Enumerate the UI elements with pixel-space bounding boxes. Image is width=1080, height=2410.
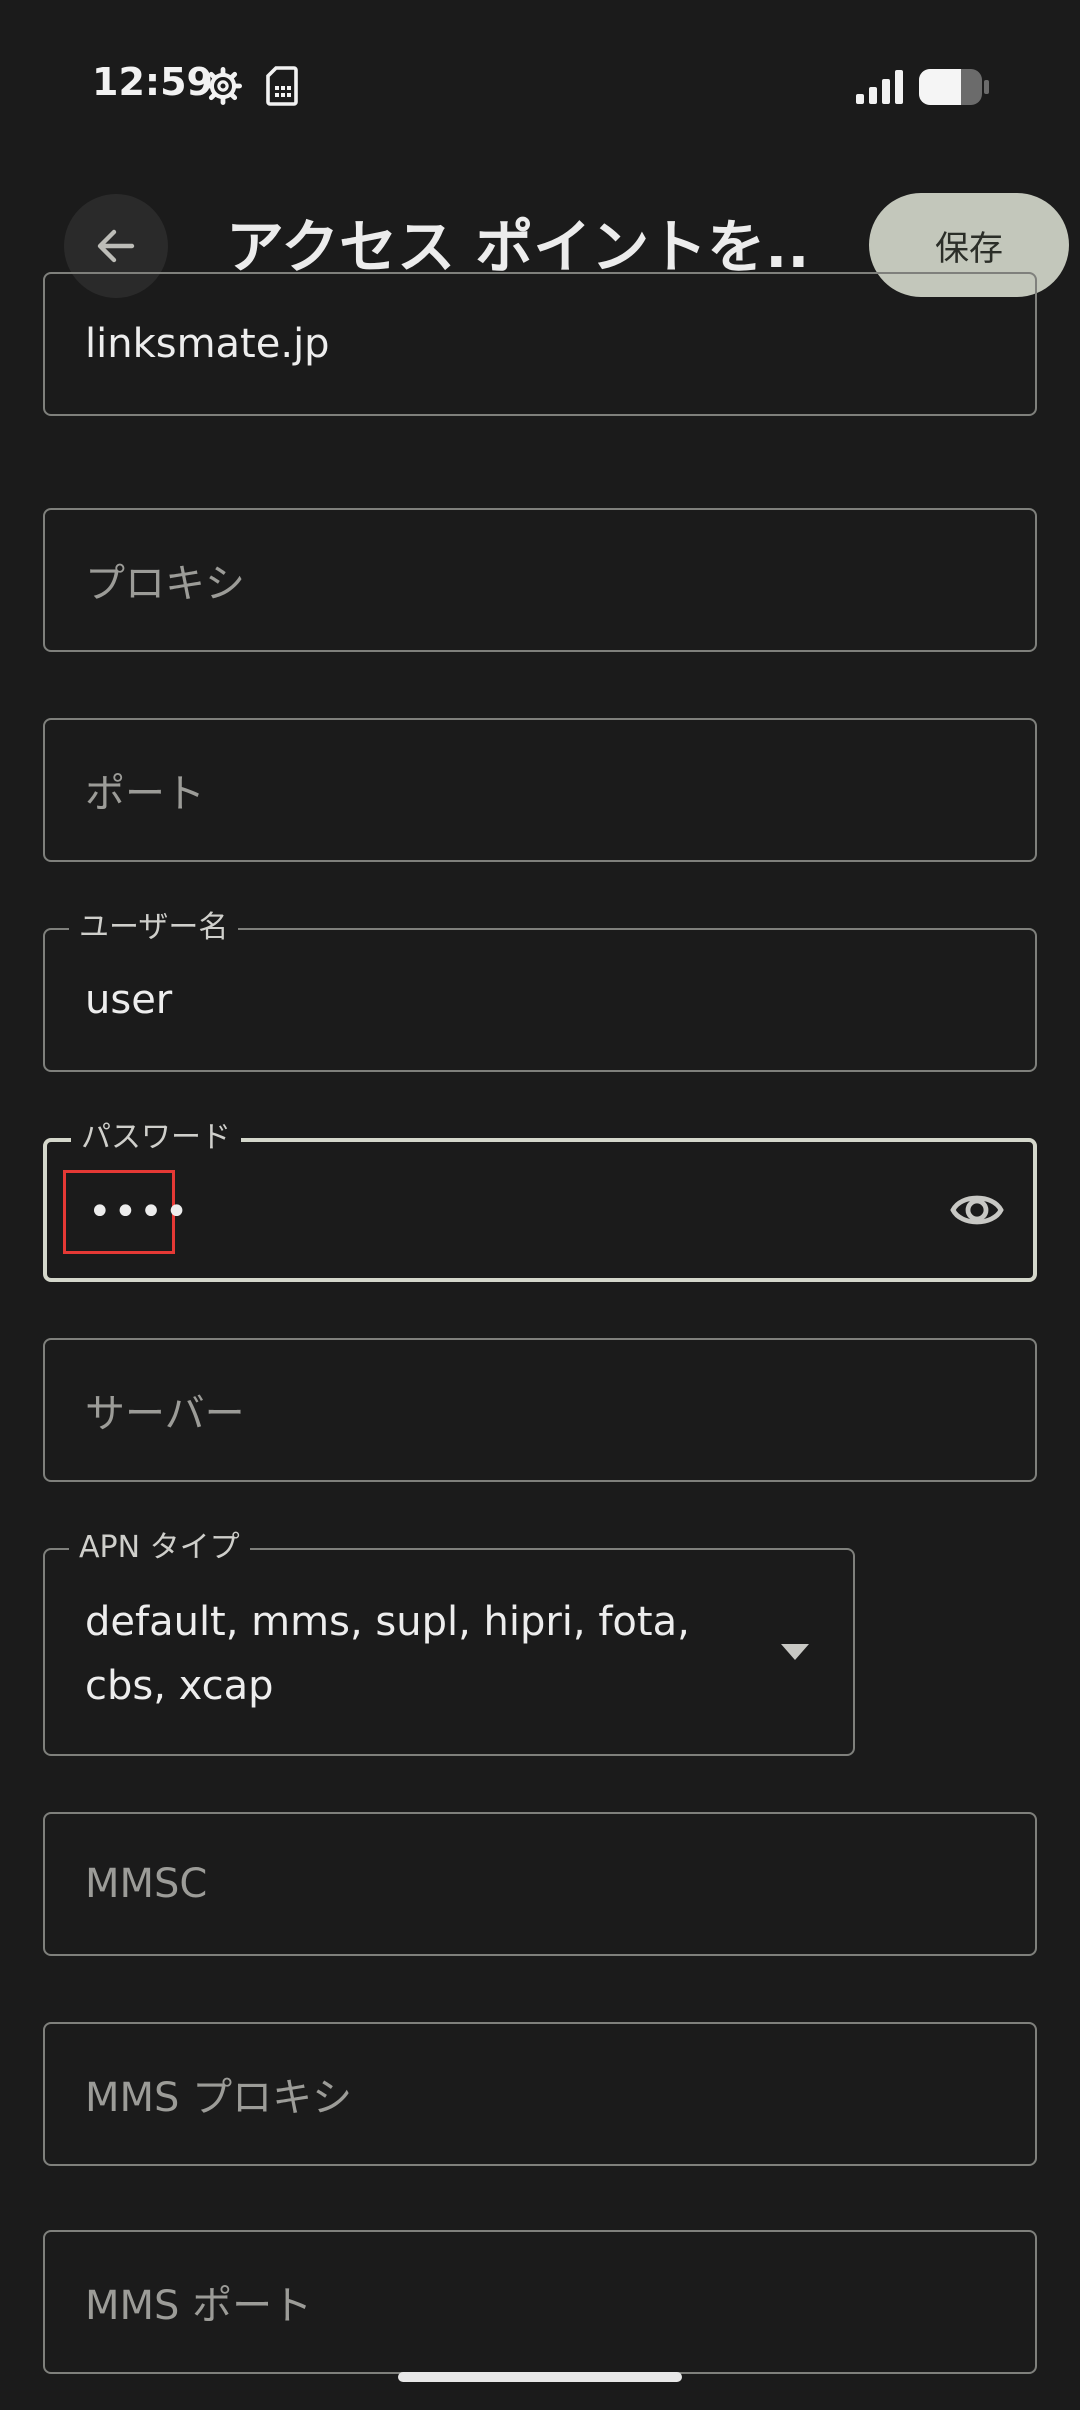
password-field[interactable]: パスワード ••••	[43, 1118, 1037, 1282]
server-placeholder: サーバー	[85, 1391, 245, 1437]
apn-type-label: APN タイプ	[69, 1528, 250, 1568]
mms-proxy-field[interactable]: MMS プロキシ	[43, 2022, 1037, 2166]
username-value: user	[85, 977, 173, 1023]
status-bar: 12:59	[0, 0, 1080, 175]
gear-icon	[204, 67, 242, 105]
port-placeholder: ポート	[85, 771, 205, 817]
server-field[interactable]: サーバー	[43, 1338, 1037, 1482]
mmsc-field[interactable]: MMSC	[43, 1812, 1037, 1956]
proxy-placeholder: プロキシ	[85, 561, 245, 607]
gesture-nav-handle[interactable]	[398, 2372, 682, 2382]
chevron-down-icon	[781, 1644, 809, 1660]
signal-icon	[856, 70, 903, 104]
password-label: パスワード	[71, 1118, 241, 1158]
apn-field[interactable]: linksmate.jp	[43, 272, 1037, 416]
password-value: ••••	[88, 1189, 191, 1235]
mms-proxy-placeholder: MMS プロキシ	[85, 2075, 353, 2121]
mmsc-placeholder: MMSC	[85, 1861, 208, 1907]
sim-card-icon	[266, 66, 298, 106]
apn-value: linksmate.jp	[85, 321, 330, 367]
apn-type-dropdown[interactable]: APN タイプ default, mms, supl, hipri, fota,…	[43, 1528, 855, 1756]
eye-icon[interactable]	[949, 1186, 1005, 1234]
port-field[interactable]: ポート	[43, 718, 1037, 862]
arrow-left-icon	[97, 229, 135, 263]
mms-port-field[interactable]: MMS ポート	[43, 2230, 1037, 2374]
status-time: 12:59	[92, 60, 213, 104]
apn-form: linksmate.jp プロキシ ポート ユーザー名 user パスワード •…	[0, 272, 1080, 2376]
battery-icon	[919, 69, 989, 105]
apn-type-value: default, mms, supl, hipri, fota, cbs, xc…	[85, 1599, 690, 1709]
mms-port-placeholder: MMS ポート	[85, 2283, 313, 2329]
proxy-field[interactable]: プロキシ	[43, 508, 1037, 652]
username-field[interactable]: ユーザー名 user	[43, 908, 1037, 1072]
password-value-box: ••••	[63, 1170, 188, 1254]
